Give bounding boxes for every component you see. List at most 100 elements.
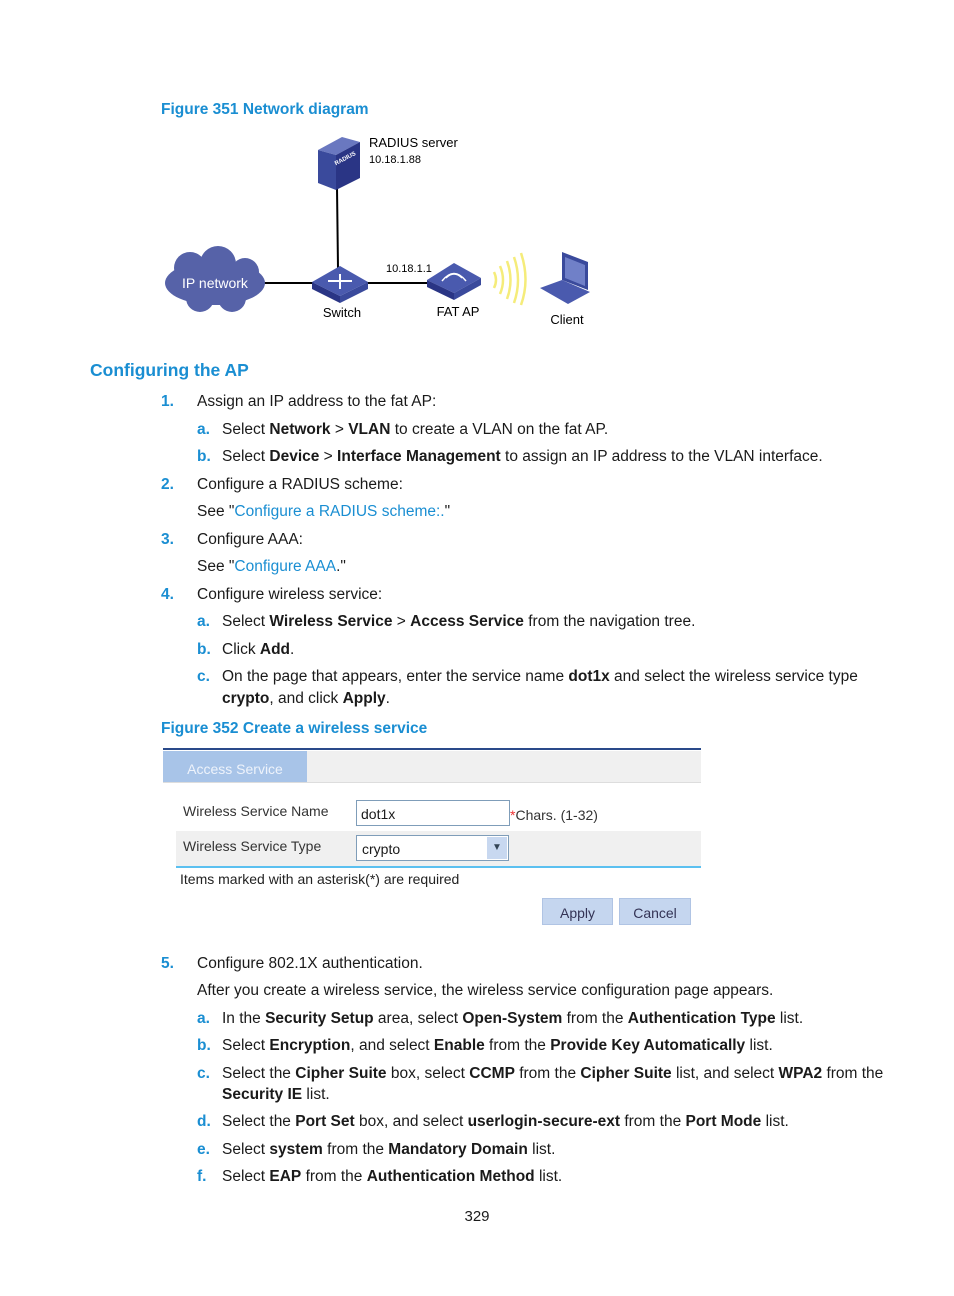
document-page: Figure 351 Network diagram IP network RA… <box>0 0 954 1296</box>
text-segment: Configure 802.1X authentication. <box>197 955 423 972</box>
list-marker: c. <box>197 1065 210 1082</box>
list-marker: a. <box>197 421 210 438</box>
list-item: See "Configure AAA." <box>197 556 346 578</box>
list-item: Configure wireless service: <box>197 584 382 606</box>
text-segment: Select <box>222 421 270 438</box>
section-heading: Configuring the AP <box>90 360 249 380</box>
client-label: Client <box>550 312 584 327</box>
text-segment: Select <box>222 448 270 465</box>
ap-label: FAT AP <box>437 304 480 319</box>
bold-term: Device <box>269 448 320 465</box>
text-segment: Select the <box>222 1113 296 1130</box>
text-segment: , and click <box>269 690 343 707</box>
text-segment: list. <box>527 1141 556 1158</box>
text-segment: list, and select <box>671 1065 779 1082</box>
text-segment: from the <box>822 1065 884 1082</box>
list-marker: d. <box>197 1113 211 1130</box>
list-item: Select Encryption, and select Enable fro… <box>222 1035 773 1057</box>
bold-term: Cipher Suite <box>580 1065 672 1082</box>
text-segment: > <box>319 448 338 465</box>
list-item: Click Add. <box>222 639 294 661</box>
text-segment: area, select <box>373 1010 463 1027</box>
bold-term: Encryption <box>269 1037 351 1054</box>
text-segment: In the <box>222 1010 266 1027</box>
list-marker: 3. <box>161 531 174 548</box>
text-segment: from the <box>562 1010 628 1027</box>
list-item: crypto, and click Apply. <box>222 688 390 710</box>
text-segment: Select <box>222 1168 270 1185</box>
text-segment: Select <box>222 1141 270 1158</box>
tab-access-service[interactable]: Access Service <box>163 751 307 782</box>
text-segment: " <box>444 503 451 520</box>
text-segment: from the <box>484 1037 551 1054</box>
list-item: Select the Port Set box, and select user… <box>222 1111 789 1133</box>
cross-reference-link[interactable]: Configure a RADIUS scheme:. <box>234 503 444 520</box>
bold-term: dot1x <box>568 668 610 685</box>
bold-term: Port Set <box>295 1113 355 1130</box>
text-segment: from the <box>620 1113 686 1130</box>
wireless-service-name-input[interactable]: dot1x <box>356 800 510 826</box>
text-segment: . <box>290 641 295 658</box>
list-item: Assign an IP address to the fat AP: <box>197 391 436 413</box>
bold-term: Mandatory Domain <box>388 1141 528 1158</box>
list-marker: b. <box>197 1037 211 1054</box>
wireless-service-type-select[interactable]: crypto ▼ <box>356 835 509 861</box>
switch-icon <box>312 266 368 303</box>
text-segment: Select the <box>222 1065 296 1082</box>
text-segment: > <box>330 421 349 438</box>
bold-term: Wireless Service <box>269 613 393 630</box>
list-item: On the page that appears, enter the serv… <box>222 666 858 688</box>
radius-label: RADIUS server <box>369 135 459 150</box>
bold-term: Network <box>269 421 331 438</box>
text-segment: ." <box>336 558 346 575</box>
text-segment: from the navigation tree. <box>523 613 696 630</box>
list-marker: c. <box>197 668 210 685</box>
radius-ip: 10.18.1.88 <box>369 154 421 166</box>
wireless-signal-icon <box>492 252 527 306</box>
bold-term: Security IE <box>222 1086 303 1103</box>
text-segment: list. <box>534 1168 563 1185</box>
bold-term: system <box>269 1141 323 1158</box>
cloud-label: IP network <box>182 275 249 291</box>
list-marker: b. <box>197 641 211 658</box>
text-segment: Select <box>222 1037 270 1054</box>
text-segment: Select <box>222 613 270 630</box>
text-segment: from the <box>514 1065 581 1082</box>
chevron-down-icon[interactable]: ▼ <box>487 837 507 859</box>
list-item: Configure a RADIUS scheme: <box>197 474 403 496</box>
bold-term: Cipher Suite <box>295 1065 387 1082</box>
bold-term: Security Setup <box>265 1010 374 1027</box>
bold-term: Enable <box>433 1037 485 1054</box>
list-marker: 5. <box>161 955 174 972</box>
list-item: Select Device > Interface Management to … <box>222 446 823 468</box>
bold-term: Port Mode <box>685 1113 762 1130</box>
list-item: See "Configure a RADIUS scheme:." <box>197 501 450 523</box>
text-segment: , and select <box>350 1037 434 1054</box>
text-segment: box, select <box>386 1065 470 1082</box>
cross-reference-link[interactable]: Configure AAA <box>234 558 336 575</box>
text-segment: from the <box>301 1168 367 1185</box>
apply-button[interactable]: Apply <box>542 898 613 925</box>
bold-term: userlogin-secure-ext <box>467 1113 621 1130</box>
list-marker: a. <box>197 613 210 630</box>
bold-term: Apply <box>342 690 386 707</box>
list-item: Configure AAA: <box>197 529 303 551</box>
list-item: Select system from the Mandatory Domain … <box>222 1139 555 1161</box>
text-segment: Configure a RADIUS scheme: <box>197 476 403 493</box>
ap-ip: 10.18.1.1 <box>386 263 432 275</box>
bold-term: Add <box>259 641 291 658</box>
text-segment: list. <box>761 1113 789 1130</box>
type-label: Wireless Service Type <box>183 838 322 854</box>
list-marker: f. <box>197 1168 207 1185</box>
text-segment: Configure wireless service: <box>197 586 383 603</box>
list-marker: a. <box>197 1010 210 1027</box>
list-item: After you create a wireless service, the… <box>197 980 773 1002</box>
fat-ap-icon <box>427 263 481 300</box>
type-value: crypto <box>362 841 401 857</box>
list-item: Configure 802.1X authentication. <box>197 953 423 975</box>
cancel-button[interactable]: Cancel <box>619 898 691 925</box>
text-segment: box, and select <box>354 1113 468 1130</box>
list-item: Select Network > VLAN to create a VLAN o… <box>222 419 608 441</box>
list-item: Select the Cipher Suite box, select CCMP… <box>222 1063 883 1085</box>
laptop-client-icon <box>540 252 590 304</box>
